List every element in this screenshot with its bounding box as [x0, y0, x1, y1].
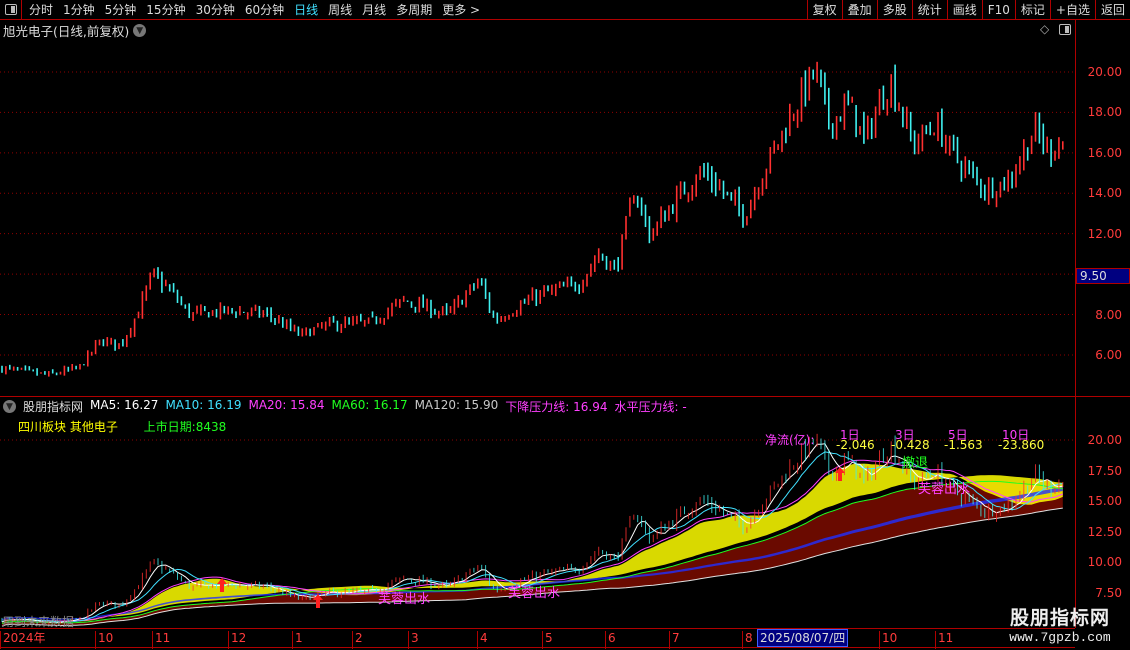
- price-chart[interactable]: [0, 0, 1130, 650]
- indicator-tick: 15.00: [1087, 494, 1122, 509]
- date-tick: 5: [542, 631, 553, 649]
- watermark-title: 股朋指标网: [1009, 607, 1110, 629]
- indicator-value: MA20: 15.84: [248, 398, 325, 412]
- indicator-value: MA120: 15.90: [414, 398, 499, 412]
- netflow-label: 净流(亿):: [765, 433, 815, 447]
- chevron-down-icon[interactable]: ▼: [3, 400, 16, 413]
- date-axis: 2024年 10 11 12 1 2 3 4 5 6 7 8 10 11: [0, 628, 1075, 649]
- price-tick: 8.00: [1095, 307, 1122, 322]
- netflow-value: -2.046: [836, 438, 875, 452]
- netflow-value: -0.428: [891, 438, 930, 452]
- listing-date-label: 上市日期:8438: [143, 420, 227, 434]
- rise-signal: 芙蓉出水: [918, 482, 971, 497]
- price-tick: 20.00: [1087, 65, 1122, 79]
- sector-label: 四川板块 其他电子: [18, 420, 118, 434]
- date-tick: 3: [408, 631, 419, 649]
- indicator-tick: 17.50: [1087, 463, 1122, 478]
- indicator-value: 水平压力线: -: [614, 400, 687, 414]
- date-tick: 7: [669, 631, 680, 649]
- indicator-header: ▼ 股朋指标网 MA5: 16.27 MA10: 16.19 MA20: 15.84…: [3, 398, 687, 415]
- date-tick: 12: [228, 631, 246, 649]
- price-tick: 16.00: [1087, 145, 1122, 160]
- price-tick: 14.00: [1087, 186, 1122, 201]
- price-tick: 18.00: [1087, 105, 1122, 120]
- current-price-label: 9.50: [1076, 268, 1130, 284]
- indicator-tick: 10.00: [1087, 555, 1122, 570]
- indicator-info: 四川板块 其他电子 上市日期:8438: [18, 418, 226, 435]
- netflow-value: -23.860: [998, 438, 1045, 452]
- cursor-date-label: 2025/08/07/四: [757, 629, 849, 647]
- watermark-logo: 股朋指标网 www.7gpzb.com: [990, 603, 1130, 645]
- date-tick: 11: [935, 631, 953, 649]
- indicator-tick: 20.00: [1087, 433, 1122, 447]
- date-tick: 10: [95, 631, 113, 649]
- date-tick: 11: [152, 631, 170, 649]
- pane-divider[interactable]: [0, 396, 1130, 397]
- date-tick: 4: [477, 631, 488, 649]
- price-tick: 6.00: [1095, 347, 1122, 362]
- price-axis-line: [1075, 20, 1076, 628]
- date-tick: 6: [605, 631, 616, 649]
- price-tick: 12.00: [1087, 226, 1122, 241]
- date-tick: 2024年: [0, 631, 46, 649]
- indicator-name[interactable]: 股朋指标网: [23, 398, 83, 415]
- indicator-value: MA60: 16.17: [331, 398, 408, 412]
- date-tick: 8: [742, 631, 753, 649]
- date-tick: 10: [879, 631, 897, 649]
- netflow-value: -1.563: [944, 438, 983, 452]
- rise-signal: 芙蓉出水: [378, 592, 431, 607]
- date-tick: 2: [352, 631, 363, 649]
- indicator-value: MA10: 16.19: [165, 398, 242, 412]
- retreat-signal: 撤退: [902, 456, 929, 471]
- watermark-url: www.7gpzb.com: [1009, 630, 1111, 645]
- date-tick: 1: [292, 631, 303, 649]
- indicator-tick: 7.50: [1095, 586, 1122, 600]
- indicator-value: MA5: 16.27: [90, 398, 159, 412]
- rise-signal: 芙蓉出水: [508, 586, 561, 601]
- indicator-value: 下降压力线: 16.94: [505, 400, 608, 414]
- indicator-tick: 12.50: [1087, 524, 1122, 539]
